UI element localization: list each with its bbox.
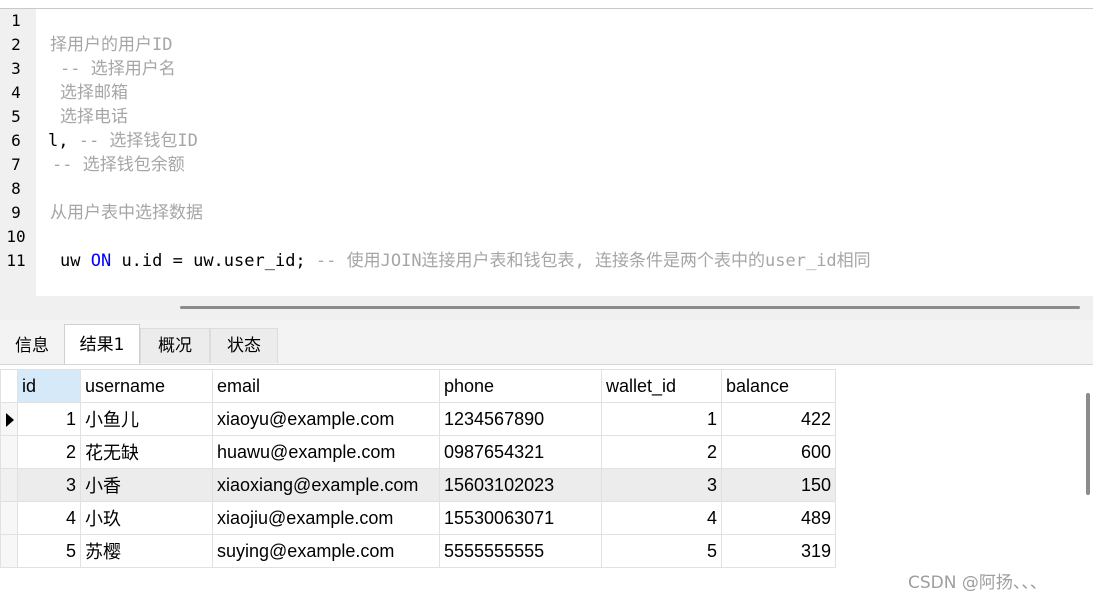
table-row[interactable]: 2 花无缺 huawu@example.com 0987654321 2 600 <box>0 435 836 469</box>
line-number: 7 <box>11 155 21 174</box>
table-row[interactable]: 3 小香 xiaoxiang@example.com 15603102023 3… <box>0 468 836 502</box>
line-number: 11 <box>6 251 26 270</box>
watermark: CSDN @阿扬、、、 <box>908 573 1047 593</box>
sql-comment: 择用户的用户ID <box>50 35 173 55</box>
line-number: 6 <box>11 131 21 150</box>
line-number: 9 <box>11 203 21 222</box>
line-number: 10 <box>6 227 26 246</box>
table-row[interactable]: 5 苏樱 suying@example.com 5555555555 5 319 <box>0 534 836 568</box>
cell-wallet-id[interactable]: 2 <box>601 435 722 469</box>
column-header-id[interactable]: id <box>17 369 81 403</box>
tab-status[interactable]: 状态 <box>210 328 278 363</box>
table-row[interactable]: 1 小鱼儿 xiaoyu@example.com 1234567890 1 42… <box>0 402 836 436</box>
cell-username[interactable]: 小玖 <box>80 501 213 535</box>
line-number: 2 <box>11 35 21 54</box>
cell-phone[interactable]: 15530063071 <box>439 501 602 535</box>
code-line-1[interactable]: 1 <box>0 9 1093 33</box>
grid-vertical-scrollbar-thumb[interactable] <box>1086 393 1090 495</box>
row-indicator[interactable] <box>0 435 18 469</box>
cell-phone[interactable]: 1234567890 <box>439 402 602 436</box>
row-indicator-header <box>0 369 18 403</box>
cell-email[interactable]: huawu@example.com <box>212 435 440 469</box>
code-line-9[interactable]: 9 从用户表中选择数据 <box>0 201 1093 225</box>
sql-comment: 从用户表中选择数据 <box>50 203 203 223</box>
cell-wallet-id[interactable]: 1 <box>601 402 722 436</box>
cell-email[interactable]: xiaoyu@example.com <box>212 402 440 436</box>
code-line-3[interactable]: 3 -- 选择用户名 <box>0 57 1093 81</box>
column-header-email[interactable]: email <box>212 369 440 403</box>
table-row[interactable]: 4 小玖 xiaojiu@example.com 15530063071 4 4… <box>0 501 836 535</box>
column-header-username[interactable]: username <box>80 369 213 403</box>
cell-username[interactable]: 苏樱 <box>80 534 213 568</box>
cell-username[interactable]: 小香 <box>80 468 213 502</box>
cell-balance[interactable]: 150 <box>721 468 836 502</box>
editor-horizontal-scrollbar[interactable] <box>180 306 1080 309</box>
cell-phone[interactable]: 15603102023 <box>439 468 602 502</box>
cell-wallet-id[interactable]: 5 <box>601 534 722 568</box>
cell-wallet-id[interactable]: 4 <box>601 501 722 535</box>
sql-comment: -- 选择钱包余额 <box>52 155 185 175</box>
cell-balance[interactable]: 600 <box>721 435 836 469</box>
row-indicator[interactable] <box>0 534 18 568</box>
tab-info[interactable]: 信息 <box>0 328 64 363</box>
cell-email[interactable]: suying@example.com <box>212 534 440 568</box>
sql-keyword: ON <box>90 251 112 271</box>
code-line-5[interactable]: 5 选择电话 <box>0 105 1093 129</box>
line-number: 4 <box>11 83 21 102</box>
cell-email[interactable]: xiaojiu@example.com <box>212 501 440 535</box>
current-row-arrow-icon <box>6 413 14 427</box>
cell-balance[interactable]: 319 <box>721 534 836 568</box>
line-number: 8 <box>11 179 21 198</box>
column-header-phone[interactable]: phone <box>439 369 602 403</box>
cell-phone[interactable]: 5555555555 <box>439 534 602 568</box>
code-line-11[interactable]: 11 uw ON u.id = uw.user_id; -- 使用JOIN连接用户… <box>0 249 1093 273</box>
cell-username[interactable]: 花无缺 <box>80 435 213 469</box>
cell-id[interactable]: 2 <box>17 435 81 469</box>
cell-wallet-id[interactable]: 3 <box>601 468 722 502</box>
cell-id[interactable]: 1 <box>17 402 81 436</box>
result-grid: id username email phone wallet_id balanc… <box>0 369 836 568</box>
sql-comment: -- 选择钱包ID <box>78 131 198 151</box>
cell-balance[interactable]: 422 <box>721 402 836 436</box>
sql-code: u.id = uw.user_id; <box>111 251 316 271</box>
cell-username[interactable]: 小鱼儿 <box>80 402 213 436</box>
result-tab-bar: 信息 结果1 概况 状态 <box>0 320 1093 365</box>
line-number: 1 <box>11 11 21 30</box>
code-line-2[interactable]: 2 择用户的用户ID <box>0 33 1093 57</box>
line-number: 5 <box>11 107 21 126</box>
column-header-balance[interactable]: balance <box>721 369 836 403</box>
code-line-4[interactable]: 4 选择邮箱 <box>0 81 1093 105</box>
cell-id[interactable]: 5 <box>17 534 81 568</box>
code-line-10[interactable]: 10 <box>0 225 1093 249</box>
grid-header-row: id username email phone wallet_id balanc… <box>0 369 836 403</box>
code-line-7[interactable]: 7 -- 选择钱包余额 <box>0 153 1093 177</box>
cell-email[interactable]: xiaoxiang@example.com <box>212 468 440 502</box>
result-grid-area: id username email phone wallet_id balanc… <box>0 365 1093 597</box>
row-indicator[interactable] <box>0 402 18 436</box>
cell-id[interactable]: 4 <box>17 501 81 535</box>
row-indicator[interactable] <box>0 468 18 502</box>
sql-comment: 选择邮箱 <box>60 83 128 103</box>
code-line-8[interactable]: 8 <box>0 177 1093 201</box>
sql-code: l, <box>48 131 79 151</box>
cell-balance[interactable]: 489 <box>721 501 836 535</box>
sql-comment: 选择电话 <box>60 107 128 127</box>
sql-comment: -- 选择用户名 <box>60 59 176 79</box>
tab-result1[interactable]: 结果1 <box>64 324 140 364</box>
code-line-6[interactable]: 6 l, -- 选择钱包ID <box>0 129 1093 153</box>
cell-id[interactable]: 3 <box>17 468 81 502</box>
sql-editor[interactable]: 1 2 择用户的用户ID 3 -- 选择用户名 4 选择邮箱 5 选择电话 6 l, --… <box>0 0 1093 296</box>
column-header-wallet-id[interactable]: wallet_id <box>601 369 722 403</box>
row-indicator[interactable] <box>0 501 18 535</box>
sql-comment: -- 使用JOIN连接用户表和钱包表, 连接条件是两个表中的user_id相同 <box>315 251 871 271</box>
cell-phone[interactable]: 0987654321 <box>439 435 602 469</box>
sql-code: uw <box>60 251 91 271</box>
tab-profile[interactable]: 概况 <box>140 328 210 363</box>
line-number: 3 <box>11 59 21 78</box>
